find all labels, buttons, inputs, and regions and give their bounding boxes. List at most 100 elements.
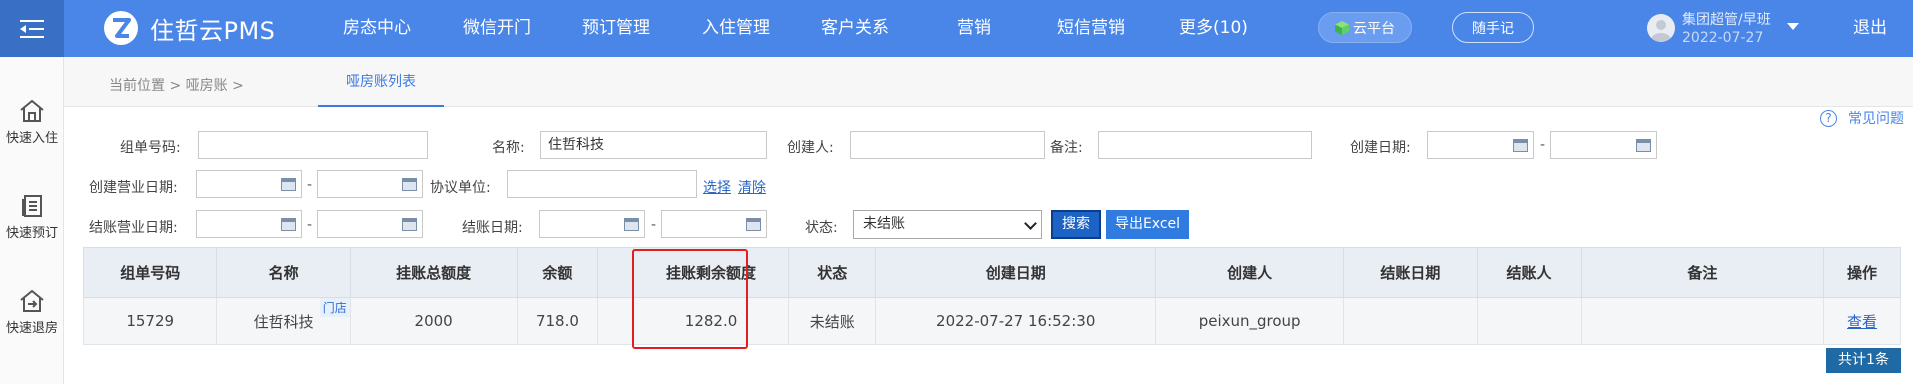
balance-cell: 718.0 — [516, 297, 599, 345]
quick-checkin-label: 快速入住 — [5, 131, 58, 146]
nav-wechat-door[interactable]: 微信开门 — [463, 0, 531, 57]
remark-input[interactable] — [1098, 131, 1312, 159]
column-header: 名称 — [216, 247, 351, 298]
nav-marketing[interactable]: 营销 — [957, 0, 991, 57]
top-navigation-bar: 住哲云PMS 房态中心 微信开门 预订管理 入住管理 客户关系 营销 短信营销 … — [0, 0, 1913, 57]
user-name: 集团超管/早班 — [1682, 12, 1771, 28]
agreement-unit-label: 协议单位: — [430, 180, 491, 196]
column-header: 备注 — [1580, 247, 1825, 298]
name-value: 住哲科技 — [253, 312, 314, 331]
created-date-cell: 2022-07-27 16:52:30 — [875, 297, 1157, 345]
column-header: 操作 — [1823, 247, 1901, 298]
remark-cell — [1580, 297, 1825, 345]
nav-crm[interactable]: 客户关系 — [821, 0, 889, 57]
quick-checkout-label: 快速退房 — [5, 321, 58, 336]
create-date-end-input[interactable] — [1550, 131, 1657, 159]
nav-room-status[interactable]: 房态中心 — [343, 0, 411, 57]
calendar-icon[interactable] — [624, 218, 639, 231]
brand-name: 住哲云PMS — [150, 16, 276, 45]
user-business-date: 2022-07-27 — [1682, 30, 1764, 46]
dummy-account-table: 组单号码 名称 挂账总额度 余额 挂账剩余额度 状态 创建日期 创建人 结账日期… — [82, 247, 1901, 345]
settle-biz-date-start-input[interactable] — [196, 210, 302, 238]
status-select[interactable]: 未结账 — [853, 210, 1042, 239]
calendar-icon[interactable] — [1636, 139, 1651, 152]
breadcrumb-path: 当前位置 > 哑房账 > — [109, 78, 244, 94]
quick-note-button[interactable]: 随手记 — [1452, 12, 1534, 43]
create-biz-date-end-input[interactable] — [317, 170, 423, 198]
calendar-icon[interactable] — [1513, 139, 1528, 152]
range-separator: - — [1540, 137, 1546, 153]
create-date-start-input[interactable] — [1427, 131, 1534, 159]
chevron-down-icon — [1024, 217, 1037, 230]
creator-cell: peixun_group — [1155, 297, 1345, 345]
calendar-icon[interactable] — [281, 178, 296, 191]
avatar[interactable] — [1647, 14, 1675, 42]
settle-date-end-input[interactable] — [661, 210, 767, 238]
column-header: 组单号码 — [82, 247, 218, 298]
column-header: 创建日期 — [875, 247, 1157, 298]
settle-date-start-input[interactable] — [539, 210, 645, 238]
status-selected-value: 未结账 — [863, 216, 905, 232]
range-separator: - — [307, 177, 313, 193]
total-credit-cell: 2000 — [349, 297, 518, 345]
create-biz-date-start-input[interactable] — [196, 170, 302, 198]
settle-biz-date-label: 结账营业日期: — [89, 220, 178, 236]
name-cell: 住哲科技 门店 — [216, 297, 351, 345]
quick-checkin-button[interactable]: 快速入住 — [0, 99, 64, 146]
help-label: 常见问题 — [1848, 111, 1904, 127]
quick-booking-button[interactable]: 快速预订 — [0, 194, 64, 241]
cloud-platform-label: 云平台 — [1353, 20, 1395, 37]
calendar-icon[interactable] — [402, 178, 417, 191]
nav-sms-marketing[interactable]: 短信营销 — [1057, 0, 1125, 57]
clear-agreement-link[interactable]: 清除 — [738, 177, 766, 197]
create-biz-date-label: 创建营业日期: — [89, 180, 178, 196]
nav-checkin[interactable]: 入住管理 — [702, 0, 770, 57]
nav-more[interactable]: 更多(10) — [1179, 0, 1248, 57]
column-header: 挂账剩余额度 — [632, 247, 790, 298]
view-link[interactable]: 查看 — [1847, 313, 1877, 331]
quick-booking-label: 快速预订 — [5, 226, 58, 241]
export-excel-button[interactable]: 导出Excel — [1106, 210, 1189, 239]
status-label: 状态: — [805, 220, 838, 236]
name-input[interactable]: 住哲科技 — [540, 131, 767, 159]
question-icon: ? — [1820, 109, 1837, 127]
app-logo[interactable]: 住哲云PMS — [102, 9, 275, 47]
user-menu-caret-icon[interactable] — [1787, 23, 1799, 30]
creator-input[interactable] — [850, 131, 1045, 159]
document-list-icon — [22, 195, 42, 217]
checkout-home-icon — [20, 289, 44, 312]
range-separator: - — [307, 217, 313, 233]
action-cell: 查看 — [1823, 297, 1901, 345]
creator-label: 创建人: — [787, 140, 834, 156]
blank-cell — [597, 297, 634, 345]
brand-logo-icon — [104, 11, 138, 45]
store-badge: 门店 — [319, 298, 350, 317]
column-header: 创建人 — [1155, 247, 1345, 298]
settle-date-cell — [1343, 297, 1478, 345]
search-button[interactable]: 搜索 — [1051, 210, 1101, 239]
column-header: 挂账总额度 — [349, 247, 518, 298]
nav-booking[interactable]: 预订管理 — [582, 0, 650, 57]
remark-label: 备注: — [1050, 140, 1083, 156]
column-header: 状态 — [788, 247, 877, 298]
settle-biz-date-end-input[interactable] — [317, 210, 423, 238]
tab-dummy-account-list[interactable]: 哑房账列表 — [318, 57, 444, 107]
settler-cell — [1476, 297, 1582, 345]
home-icon — [20, 99, 44, 122]
group-no-label: 组单号码: — [120, 140, 181, 156]
cloud-platform-button[interactable]: 云平台 — [1318, 12, 1412, 43]
table-row[interactable]: 15729 住哲科技 门店 2000 718.0 1282.0 未结账 2022… — [82, 297, 1901, 345]
total-count-badge: 共计1条 — [1826, 348, 1901, 373]
calendar-icon[interactable] — [281, 218, 296, 231]
calendar-icon[interactable] — [402, 218, 417, 231]
logout-link[interactable]: 退出 — [1853, 0, 1887, 57]
agreement-unit-input[interactable] — [507, 170, 697, 198]
quick-checkout-button[interactable]: 快速退房 — [0, 289, 64, 336]
quick-action-sidebar: 快速入住 快速预订 快速退房 — [0, 57, 64, 384]
help-link[interactable]: ? 常见问题 — [1820, 108, 1904, 128]
group-no-input[interactable] — [198, 131, 428, 159]
status-cell: 未结账 — [788, 297, 877, 345]
menu-toggle-button[interactable] — [0, 0, 64, 57]
calendar-icon[interactable] — [746, 218, 761, 231]
select-agreement-link[interactable]: 选择 — [703, 177, 731, 197]
